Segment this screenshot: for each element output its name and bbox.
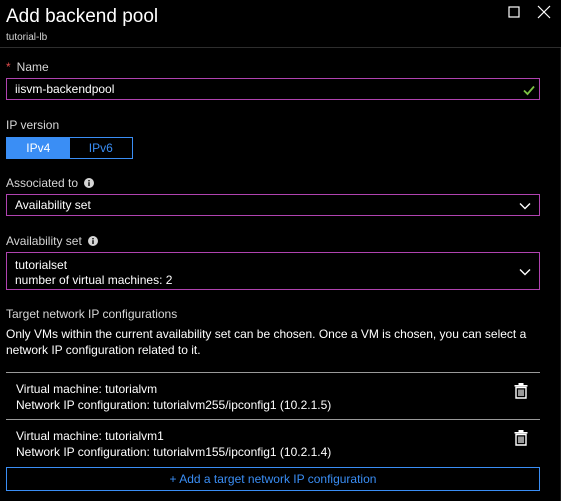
chevron-down-icon xyxy=(519,269,531,276)
target-configs-title: Target network IP configurations xyxy=(6,307,178,321)
target-configs-description: Only VMs within the current availability… xyxy=(6,327,527,357)
name-input-value: iisvm-backendpool xyxy=(15,82,115,96)
associated-to-dropdown[interactable]: Availability set xyxy=(6,194,540,216)
add-backend-pool-blade: Add backend pool tutorial-lb * Name iisv… xyxy=(0,0,561,501)
page-subtitle: tutorial-lb xyxy=(6,32,48,43)
trash-icon[interactable] xyxy=(514,430,528,446)
maximize-icon xyxy=(508,6,520,18)
table-row: Virtual machine: tutorialvm1 Network IP … xyxy=(6,419,540,463)
ip-version-option-ipv6[interactable]: IPv6 xyxy=(69,138,132,158)
row-ip-config: Network IP configuration: tutorialvm155/… xyxy=(16,445,332,459)
close-button[interactable] xyxy=(536,4,552,20)
page-title: Add backend pool xyxy=(6,6,159,27)
add-target-config-button[interactable]: + Add a target network IP configuration xyxy=(6,467,540,491)
name-input[interactable]: iisvm-backendpool xyxy=(6,78,540,100)
trash-icon[interactable] xyxy=(514,383,528,399)
maximize-button[interactable] xyxy=(506,4,522,20)
availability-set-label-text: Availability set xyxy=(6,234,82,248)
availability-set-detail: number of virtual machines: 2 xyxy=(15,273,173,287)
row-vm-name: Virtual machine: tutorialvm xyxy=(16,382,158,396)
associated-to-label-text: Associated to xyxy=(6,176,79,190)
info-icon xyxy=(87,236,98,246)
close-icon xyxy=(537,5,551,19)
header-divider xyxy=(0,47,561,48)
info-icon xyxy=(84,178,95,188)
ip-version-label: IP version xyxy=(6,118,59,132)
ip-version-option-ipv4[interactable]: IPv4 xyxy=(7,138,70,158)
ip-version-toggle: IPv4 IPv6 xyxy=(6,137,133,159)
required-mark: * xyxy=(6,60,11,74)
name-label: * Name xyxy=(6,60,49,74)
name-label-text: Name xyxy=(16,60,49,74)
row-vm-name: Virtual machine: tutorialvm1 xyxy=(16,429,164,443)
checkmark-icon xyxy=(523,85,535,96)
table-row: Virtual machine: tutorialvm Network IP c… xyxy=(6,372,540,416)
ip-version-label-text: IP version xyxy=(6,118,60,132)
blade-header: Add backend pool tutorial-lb xyxy=(6,6,561,46)
availability-set-dropdown[interactable]: tutorialset number of virtual machines: … xyxy=(6,252,540,290)
associated-to-value: Availability set xyxy=(15,198,91,212)
availability-set-name: tutorialset xyxy=(15,258,68,272)
chevron-down-icon xyxy=(519,203,531,210)
availability-set-label: Availability set xyxy=(6,234,98,248)
row-ip-config: Network IP configuration: tutorialvm255/… xyxy=(16,398,332,412)
associated-to-label: Associated to xyxy=(6,176,95,190)
